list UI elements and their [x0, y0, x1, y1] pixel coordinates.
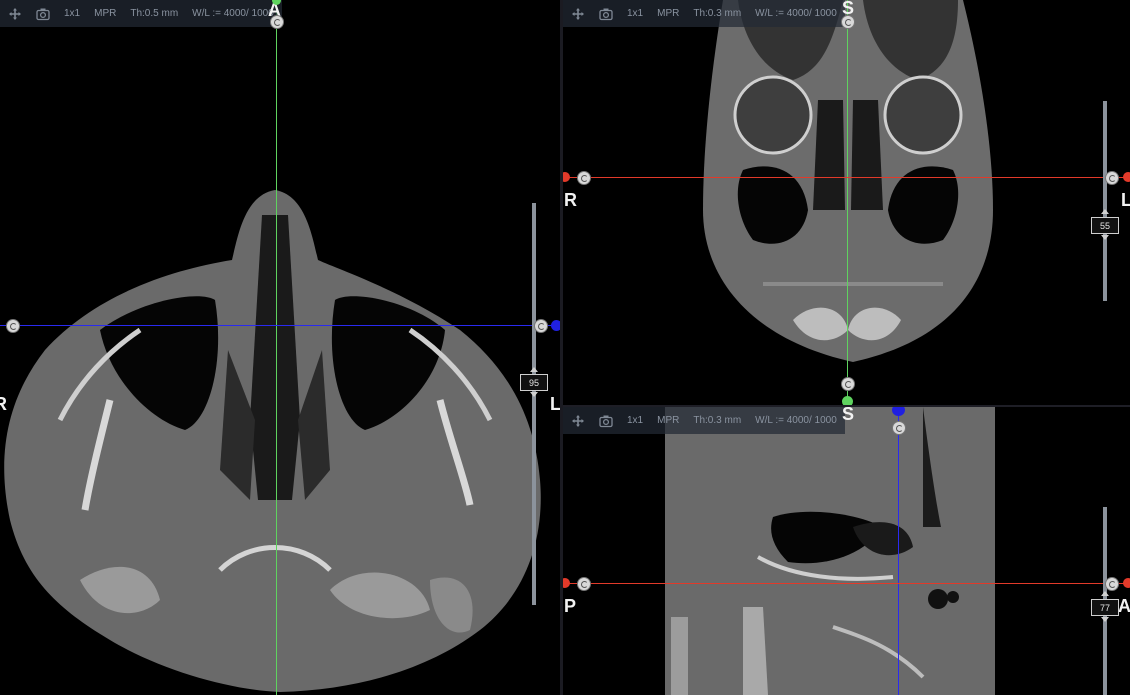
- coronal-viewport[interactable]: 1x1 MPR Th:0.3 mm W/L := 4000/ 1000 S R …: [563, 0, 1130, 405]
- sagittal-orientation-label-top: S: [842, 404, 855, 424]
- orientation-label-right: A: [1118, 596, 1130, 616]
- crosshair-rotate-handle[interactable]: [577, 577, 591, 591]
- window-level-label[interactable]: W/L := 4000/ 1000: [755, 415, 837, 426]
- move-icon[interactable]: [571, 414, 585, 428]
- crosshair-rotate-handle[interactable]: [577, 171, 591, 185]
- layout-label[interactable]: 1x1: [627, 8, 643, 19]
- crosshair-rotate-handle[interactable]: [270, 15, 284, 29]
- sagittal-red-crosshair[interactable]: [563, 583, 1130, 584]
- slice-slider-up-arrow[interactable]: [1101, 209, 1109, 214]
- axial-toolbar: 1x1 MPR Th:0.5 mm W/L := 4000/ 1000: [0, 0, 282, 27]
- crosshair-rotate-handle[interactable]: [841, 377, 855, 391]
- slice-number-box[interactable]: 95: [520, 374, 548, 391]
- move-icon[interactable]: [571, 7, 585, 21]
- crosshair-rotate-handle[interactable]: [6, 319, 20, 333]
- slice-slider-up-arrow[interactable]: [1101, 591, 1109, 596]
- crosshair-rotate-handle[interactable]: [892, 421, 906, 435]
- sagittal-ct-image: [665, 407, 995, 695]
- orientation-label-left: R: [0, 394, 7, 414]
- axial-ct-image: [4, 190, 541, 692]
- orientation-label-left: P: [564, 596, 577, 616]
- crosshair-rotate-handle[interactable]: [841, 15, 855, 29]
- slice-number-box[interactable]: 77: [1091, 599, 1119, 616]
- orientation-label-right: L: [550, 394, 560, 414]
- red-crosshair-endpoint[interactable]: [1123, 172, 1130, 182]
- mode-label[interactable]: MPR: [657, 415, 679, 426]
- orientation-label-right: L: [1121, 190, 1130, 210]
- camera-icon[interactable]: [36, 7, 50, 21]
- red-crosshair-endpoint[interactable]: [1123, 578, 1130, 588]
- orientation-label-left: R: [564, 190, 577, 210]
- sagittal-toolbar: 1x1 MPR Th:0.3 mm W/L := 4000/ 1000: [563, 407, 845, 434]
- sagittal-blue-crosshair[interactable]: [898, 407, 899, 695]
- slice-number-box[interactable]: 55: [1091, 217, 1119, 234]
- coronal-green-crosshair[interactable]: [847, 0, 848, 405]
- window-level-label[interactable]: W/L := 4000/ 1000: [755, 8, 837, 19]
- thickness-label[interactable]: Th:0.5 mm: [130, 8, 178, 19]
- sagittal-viewport[interactable]: 1x1 MPR Th:0.3 mm W/L := 4000/ 1000 P A …: [563, 407, 1130, 695]
- slice-slider-up-arrow[interactable]: [530, 367, 538, 372]
- crosshair-rotate-handle[interactable]: [1105, 577, 1119, 591]
- slice-slider-track[interactable]: [532, 203, 536, 605]
- coronal-red-crosshair[interactable]: [563, 177, 1130, 178]
- slice-slider-track[interactable]: [1103, 101, 1107, 301]
- axial-blue-crosshair[interactable]: [0, 325, 560, 326]
- slice-slider-down-arrow[interactable]: [530, 392, 538, 397]
- coronal-toolbar: 1x1 MPR Th:0.3 mm W/L := 4000/ 1000: [563, 0, 845, 27]
- camera-icon[interactable]: [599, 414, 613, 428]
- axial-viewport[interactable]: 1x1 MPR Th:0.5 mm W/L := 4000/ 1000 A R …: [0, 0, 560, 695]
- thickness-label[interactable]: Th:0.3 mm: [693, 415, 741, 426]
- axial-green-crosshair[interactable]: [276, 0, 277, 695]
- layout-label[interactable]: 1x1: [64, 8, 80, 19]
- mode-label[interactable]: MPR: [94, 8, 116, 19]
- crosshair-rotate-handle[interactable]: [534, 319, 548, 333]
- mode-label[interactable]: MPR: [657, 8, 679, 19]
- window-level-label[interactable]: W/L := 4000/ 1000: [192, 8, 274, 19]
- layout-label[interactable]: 1x1: [627, 415, 643, 426]
- thickness-label[interactable]: Th:0.3 mm: [693, 8, 741, 19]
- slice-slider-down-arrow[interactable]: [1101, 617, 1109, 622]
- crosshair-rotate-handle[interactable]: [1105, 171, 1119, 185]
- blue-crosshair-endpoint[interactable]: [551, 320, 560, 331]
- slice-slider-down-arrow[interactable]: [1101, 235, 1109, 240]
- move-icon[interactable]: [8, 7, 22, 21]
- camera-icon[interactable]: [599, 7, 613, 21]
